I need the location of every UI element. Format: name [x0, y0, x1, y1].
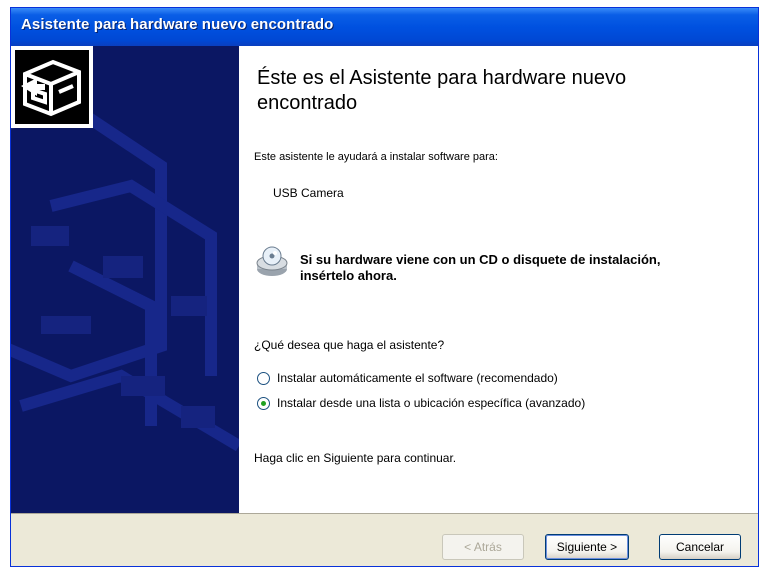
wizard-content: Éste es el Asistente para hardware nuevo… — [239, 46, 758, 513]
title-bar[interactable]: Asistente para hardware nuevo encontrado — [11, 8, 758, 46]
intro-text: Este asistente le ayudará a instalar sof… — [254, 151, 498, 163]
next-button[interactable]: Siguiente > — [545, 534, 629, 560]
radio-manual-install[interactable] — [257, 397, 270, 410]
window-title: Asistente para hardware nuevo encontrado — [21, 16, 334, 33]
option-auto-label[interactable]: Instalar automáticamente el software (re… — [277, 371, 558, 385]
question-text: ¿Qué desea que haga el asistente? — [254, 338, 445, 352]
button-bar: < Atrás Siguiente > Cancelar — [11, 513, 758, 566]
wizard-heading: Éste es el Asistente para hardware nuevo… — [257, 67, 627, 114]
instruction-text: Haga clic en Siguiente para continuar. — [254, 451, 457, 465]
hardware-wizard-icon — [11, 46, 93, 128]
wizard-sidebar — [11, 46, 239, 513]
wizard-window: Asistente para hardware nuevo encontrado — [10, 7, 759, 567]
cancel-button[interactable]: Cancelar — [659, 534, 741, 560]
back-button[interactable]: < Atrás — [442, 534, 524, 560]
radio-selected-dot — [261, 401, 266, 406]
cd-prompt: Si su hardware viene con un CD o disquet… — [300, 252, 661, 283]
device-name: USB Camera — [273, 186, 344, 200]
option-manual-label[interactable]: Instalar desde una lista o ubicación esp… — [277, 396, 585, 410]
radio-auto-install[interactable] — [257, 372, 270, 385]
cd-disk-icon — [256, 246, 288, 276]
